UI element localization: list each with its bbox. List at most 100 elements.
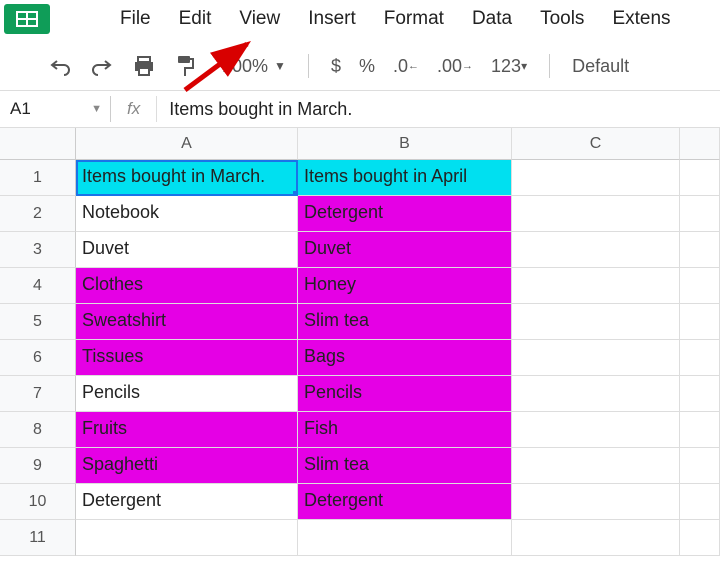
row-header[interactable]: 11 [0, 520, 76, 556]
cell[interactable] [512, 160, 680, 196]
cell[interactable] [512, 268, 680, 304]
print-icon[interactable] [132, 55, 156, 77]
row-header[interactable]: 7 [0, 376, 76, 412]
cell[interactable]: Detergent [76, 484, 298, 520]
table-row [76, 520, 720, 556]
cell[interactable] [680, 340, 720, 376]
increase-decimal-button[interactable]: .00→ [437, 56, 473, 77]
table-row: Items bought in March.Items bought in Ap… [76, 160, 720, 196]
row-header[interactable]: 6 [0, 340, 76, 376]
cell[interactable] [512, 232, 680, 268]
cell[interactable] [512, 520, 680, 556]
select-all-corner[interactable] [0, 128, 76, 160]
menu-extensions[interactable]: Extens [610, 4, 672, 34]
active-cell-ref: A1 [10, 99, 31, 119]
cell[interactable] [680, 160, 720, 196]
table-row: ClothesHoney [76, 268, 720, 304]
cell[interactable]: Pencils [76, 376, 298, 412]
cell[interactable] [512, 376, 680, 412]
table-row: NotebookDetergent [76, 196, 720, 232]
cell[interactable] [512, 484, 680, 520]
toolbar-divider [549, 54, 550, 78]
column-header-d[interactable] [680, 128, 720, 160]
font-dropdown[interactable]: Default [572, 56, 629, 77]
cell[interactable] [680, 376, 720, 412]
zoom-dropdown[interactable]: 100% ▼ [222, 56, 286, 77]
cell[interactable] [680, 484, 720, 520]
menu-tools[interactable]: Tools [538, 4, 586, 34]
formula-bar: A1 ▼ fx Items bought in March. [0, 90, 720, 128]
cell[interactable] [512, 196, 680, 232]
column-header-b[interactable]: B [298, 128, 512, 160]
cell[interactable] [680, 520, 720, 556]
cell[interactable] [512, 304, 680, 340]
cell[interactable]: Fruits [76, 412, 298, 448]
table-row: DetergentDetergent [76, 484, 720, 520]
cell[interactable] [680, 268, 720, 304]
row-header[interactable]: 5 [0, 304, 76, 340]
cell[interactable]: Bags [298, 340, 512, 376]
cell[interactable]: Sweatshirt [76, 304, 298, 340]
cell[interactable]: Slim tea [298, 304, 512, 340]
cell[interactable]: Detergent [298, 484, 512, 520]
fx-label-icon: fx [127, 99, 140, 119]
cell[interactable]: Duvet [298, 232, 512, 268]
table-row: TissuesBags [76, 340, 720, 376]
cell[interactable] [680, 304, 720, 340]
percent-format-button[interactable]: % [359, 56, 375, 77]
undo-icon[interactable] [48, 56, 72, 76]
cell[interactable]: Items bought in March. [76, 160, 298, 196]
table-row: PencilsPencils [76, 376, 720, 412]
formula-input[interactable]: Items bought in March. [157, 99, 720, 120]
cell[interactable]: Items bought in April [298, 160, 512, 196]
decrease-decimal-button[interactable]: .0← [393, 56, 419, 77]
cell[interactable]: Pencils [298, 376, 512, 412]
menu-edit[interactable]: Edit [177, 4, 214, 34]
cell[interactable]: Notebook [76, 196, 298, 232]
cells: Items bought in March.Items bought in Ap… [76, 160, 720, 556]
cell[interactable] [680, 232, 720, 268]
sheets-logo-icon[interactable] [4, 4, 50, 34]
row-header[interactable]: 2 [0, 196, 76, 232]
table-row: DuvetDuvet [76, 232, 720, 268]
cell[interactable] [512, 340, 680, 376]
menu-bar: File Edit View Insert Format Data Tools … [118, 4, 673, 34]
cell[interactable] [76, 520, 298, 556]
cell[interactable]: Detergent [298, 196, 512, 232]
cell[interactable]: Duvet [76, 232, 298, 268]
row-header[interactable]: 8 [0, 412, 76, 448]
menu-insert[interactable]: Insert [306, 4, 358, 34]
toolbar: 100% ▼ $ % .0← .00→ 123 ▾ Default [0, 42, 720, 90]
row-header[interactable]: 3 [0, 232, 76, 268]
cell[interactable] [512, 412, 680, 448]
cell[interactable]: Spaghetti [76, 448, 298, 484]
row-header[interactable]: 1 [0, 160, 76, 196]
name-box[interactable]: A1 ▼ [0, 99, 110, 119]
cell[interactable]: Honey [298, 268, 512, 304]
table-row: SpaghettiSlim tea [76, 448, 720, 484]
cell[interactable]: Tissues [76, 340, 298, 376]
cell[interactable] [680, 196, 720, 232]
cell[interactable]: Clothes [76, 268, 298, 304]
paint-format-icon[interactable] [174, 54, 196, 78]
redo-icon[interactable] [90, 56, 114, 76]
number-format-dropdown[interactable]: 123 ▾ [491, 56, 527, 77]
menu-file[interactable]: File [118, 4, 153, 34]
cell[interactable]: Fish [298, 412, 512, 448]
currency-format-button[interactable]: $ [331, 56, 341, 77]
toolbar-divider [308, 54, 309, 78]
menu-format[interactable]: Format [382, 4, 446, 34]
cell[interactable] [512, 448, 680, 484]
table-row: SweatshirtSlim tea [76, 304, 720, 340]
cell[interactable] [680, 448, 720, 484]
column-header-c[interactable]: C [512, 128, 680, 160]
menu-view[interactable]: View [237, 4, 282, 34]
cell[interactable]: Slim tea [298, 448, 512, 484]
row-header[interactable]: 9 [0, 448, 76, 484]
cell[interactable] [680, 412, 720, 448]
row-header[interactable]: 4 [0, 268, 76, 304]
column-header-a[interactable]: A [76, 128, 298, 160]
cell[interactable] [298, 520, 512, 556]
menu-data[interactable]: Data [470, 4, 514, 34]
row-header[interactable]: 10 [0, 484, 76, 520]
